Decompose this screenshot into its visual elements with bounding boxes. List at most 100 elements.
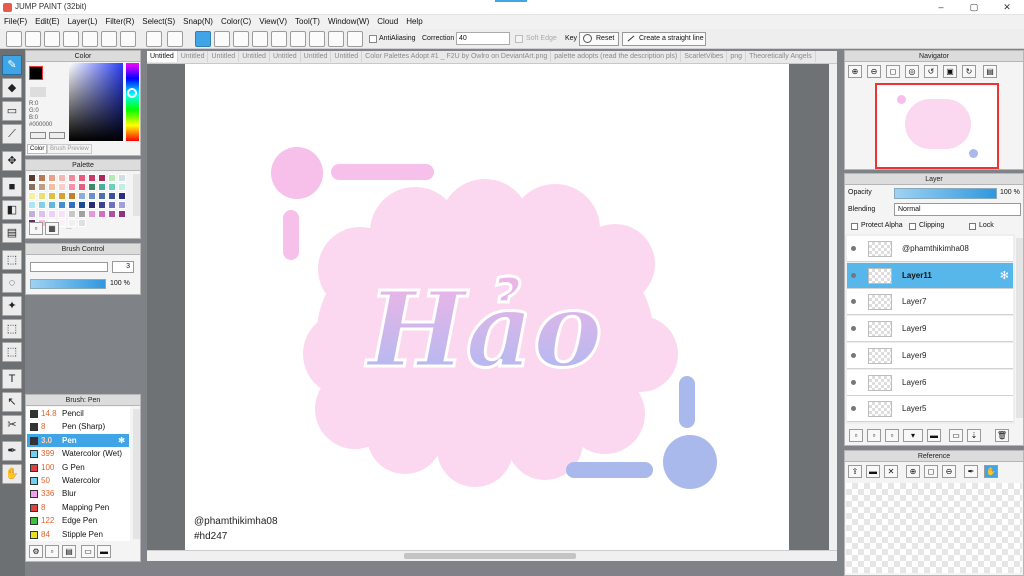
palette-swatch[interactable]: [98, 192, 106, 200]
palette-swatch[interactable]: [108, 201, 116, 209]
palette-swatch[interactable]: [78, 174, 86, 182]
monitor-icon[interactable]: [63, 31, 79, 47]
rotate-left-icon[interactable]: ↺: [924, 65, 938, 78]
new-layer-icon[interactable]: ▫: [849, 429, 863, 442]
reference-open-icon[interactable]: ▬: [866, 465, 880, 478]
brush-size-input[interactable]: 3: [112, 261, 134, 273]
redo-icon[interactable]: [167, 31, 183, 47]
palette-swatch[interactable]: [88, 201, 96, 209]
layer-settings-gear-icon[interactable]: ✻: [1000, 269, 1009, 282]
snap-off-icon[interactable]: [195, 31, 211, 47]
transparent-swatch[interactable]: [30, 87, 46, 97]
palette-swatch[interactable]: [28, 210, 36, 218]
palette-swatch[interactable]: [58, 174, 66, 182]
menu-file[interactable]: File(F): [0, 15, 31, 26]
color-mode-button-1[interactable]: [30, 132, 46, 139]
tab-document[interactable]: palette adopts (read the description pls…: [551, 51, 682, 62]
undo-icon[interactable]: [146, 31, 162, 47]
layer-menu-icon[interactable]: ▾: [903, 429, 923, 442]
rotate-right-icon[interactable]: ↻: [962, 65, 976, 78]
hue-handle[interactable]: [127, 88, 137, 98]
palette-swatch[interactable]: [28, 201, 36, 209]
tab-document[interactable]: png: [727, 51, 747, 62]
snap-radial-icon[interactable]: [252, 31, 268, 47]
delete-layer-icon[interactable]: 🗑: [995, 429, 1009, 442]
palette-swatch[interactable]: [68, 183, 76, 191]
palette-swatch[interactable]: [98, 210, 106, 218]
layer-visibility-icon[interactable]: [851, 352, 856, 358]
tab-document[interactable]: Untitled: [301, 51, 332, 62]
clipping-checkbox[interactable]: [909, 223, 916, 230]
saturation-value-square[interactable]: [69, 63, 123, 141]
palette-swatch[interactable]: [28, 192, 36, 200]
palette-swatch[interactable]: [38, 201, 46, 209]
color-mode-button-2[interactable]: [49, 132, 65, 139]
snap-parallel-icon[interactable]: [214, 31, 230, 47]
select-rect-tool-icon[interactable]: ⬚: [2, 250, 22, 270]
palette-swatch[interactable]: [58, 183, 66, 191]
brush-folder-icon[interactable]: ▬: [97, 545, 111, 558]
tab-document[interactable]: Color Palettes Adopt #1 _ F2U by Owlro o…: [362, 51, 552, 62]
brush-item[interactable]: 122 Edge Pen: [27, 514, 129, 527]
layer-visibility-icon[interactable]: [851, 379, 856, 385]
soft-edge-checkbox[interactable]: [515, 35, 523, 43]
shape-tool-icon[interactable]: ▭: [2, 101, 22, 121]
palette-swatch[interactable]: [38, 183, 46, 191]
palette-swatch[interactable]: [48, 174, 56, 182]
snap-radial-lines-icon[interactable]: [271, 31, 287, 47]
lock-checkbox[interactable]: [969, 223, 976, 230]
snap-concentric-icon[interactable]: [290, 31, 306, 47]
menu-filter[interactable]: Filter(R): [101, 15, 138, 26]
layer-row[interactable]: Layer11 ✻: [847, 262, 1013, 289]
layer-row[interactable]: Layer9: [847, 316, 1013, 343]
layer-folder-icon[interactable]: ▬: [927, 429, 941, 442]
fill-rect-tool-icon[interactable]: ■: [2, 177, 22, 197]
tab-document[interactable]: Theoretically Angels: [746, 51, 816, 62]
palette-swatch[interactable]: [68, 192, 76, 200]
layer-scrollbar[interactable]: [1016, 238, 1023, 418]
brush-copy-icon[interactable]: ▤: [62, 545, 76, 558]
palette-swatch[interactable]: [108, 183, 116, 191]
palette-swatch[interactable]: [58, 219, 66, 227]
merge-layer-icon[interactable]: ⇣: [967, 429, 981, 442]
hand-tool-icon[interactable]: ✋: [2, 464, 22, 484]
tab-document[interactable]: Untitled: [239, 51, 270, 62]
snap-ellipse-icon[interactable]: [328, 31, 344, 47]
palette-swatch[interactable]: [88, 183, 96, 191]
palette-swatch[interactable]: [38, 210, 46, 218]
document-icon[interactable]: [82, 31, 98, 47]
palette-swatch[interactable]: [28, 174, 36, 182]
palette-delete-icon[interactable]: ▦: [45, 222, 59, 235]
menu-color[interactable]: Color(C): [217, 15, 255, 26]
palette-swatch[interactable]: [78, 219, 86, 227]
menu-cloud[interactable]: Cloud: [373, 15, 402, 26]
straight-line-button[interactable]: Create a straight line: [622, 32, 706, 46]
layer-row[interactable]: Layer7: [847, 289, 1013, 316]
layer-row[interactable]: Layer5: [847, 396, 1013, 423]
canvas-vertical-scrollbar[interactable]: [829, 64, 837, 550]
reference-zoom-out-icon[interactable]: ⊖: [942, 465, 956, 478]
navigator-preview[interactable]: [875, 83, 999, 169]
palette-swatch[interactable]: [48, 210, 56, 218]
blending-select[interactable]: Normal: [894, 203, 1021, 216]
tab-document[interactable]: Untitled: [270, 51, 301, 62]
palette-swatch[interactable]: [58, 201, 66, 209]
palette-swatch[interactable]: [78, 192, 86, 200]
tab-document[interactable]: Untitled: [331, 51, 363, 62]
palette-swatch[interactable]: [28, 183, 36, 191]
palette-scrollbar[interactable]: [133, 174, 140, 216]
settings-grid-icon[interactable]: [120, 31, 136, 47]
palette-swatch[interactable]: [48, 183, 56, 191]
tab-document[interactable]: Untitled: [178, 51, 209, 62]
brush-settings-gear-icon[interactable]: ✻: [118, 434, 125, 447]
pen-tool-icon[interactable]: ✎: [2, 55, 22, 75]
palette-swatch[interactable]: [58, 210, 66, 218]
reference-cloud-icon[interactable]: ⇪: [848, 465, 862, 478]
menu-select[interactable]: Select(S): [138, 15, 179, 26]
protect-alpha-checkbox[interactable]: [851, 223, 858, 230]
fit-window-icon[interactable]: ◻: [886, 65, 900, 78]
palette-swatch[interactable]: [88, 174, 96, 182]
eyedropper-tool-icon[interactable]: ✒: [2, 441, 22, 461]
snap-grid-icon[interactable]: [233, 31, 249, 47]
reference-fit-icon[interactable]: ◻: [924, 465, 938, 478]
